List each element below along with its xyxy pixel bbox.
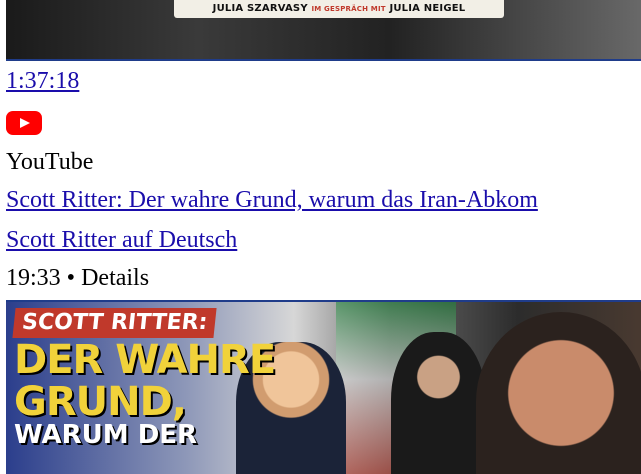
previous-video-thumbnail[interactable]: JULIA SZARVASY IM GESPRÄCH MIT JULIA NEI… [6,0,641,61]
previous-video-duration-link[interactable]: 1:37:18 [6,68,79,94]
thumbnail-headline: SCOTT RITTER: DER WAHRE GRUND, WARUM DER [12,308,276,450]
caption-right: JULIA NEIGEL [389,3,466,14]
person-figure-middle [391,332,486,474]
thumbnail-caption: JULIA SZARVASY IM GESPRÄCH MIT JULIA NEI… [174,0,504,18]
details-label[interactable]: Details [81,265,149,291]
video-thumbnail[interactable]: SCOTT RITTER: DER WAHRE GRUND, WARUM DER [6,300,641,474]
video-meta: 19:33 • Details [6,263,149,293]
thumbnail-line-1: DER WAHRE [14,337,276,383]
thumbnail-line-3: WARUM DER [14,420,198,450]
video-duration: 19:33 [6,265,61,291]
person-figure-right [476,312,641,474]
channel-link[interactable]: Scott Ritter auf Deutsch [6,227,237,253]
caption-middle: IM GESPRÄCH MIT [311,5,386,13]
caption-left: JULIA SZARVASY [212,3,308,14]
thumbnail-kicker: SCOTT RITTER: [12,308,217,338]
meta-separator: • [66,265,76,291]
source-label: YouTube [6,149,94,175]
video-title-link[interactable]: Scott Ritter: Der wahre Grund, warum das… [6,187,538,213]
thumbnail-line-2: GRUND, [14,379,187,425]
youtube-icon [6,111,42,135]
